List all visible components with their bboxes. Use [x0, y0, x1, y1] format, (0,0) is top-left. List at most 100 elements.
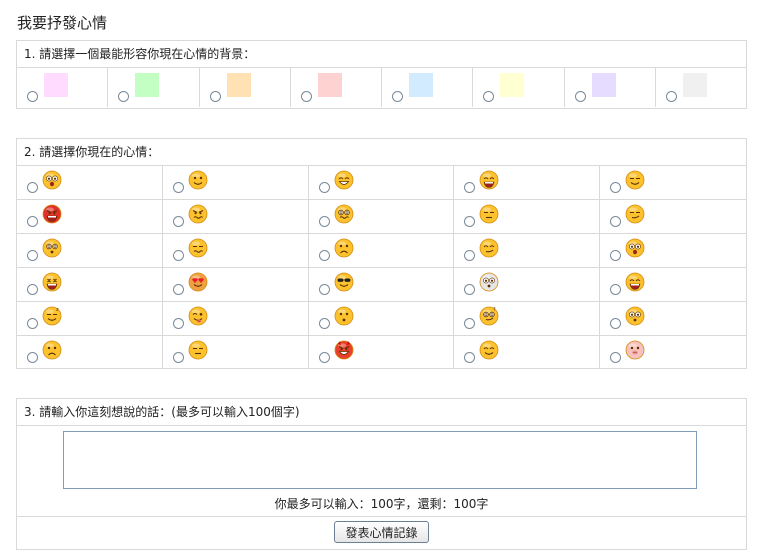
mood-option[interactable]	[162, 166, 309, 200]
mood-option[interactable]: z	[17, 302, 163, 336]
mood-radio[interactable]	[318, 284, 330, 295]
mood-radio[interactable]	[464, 182, 476, 193]
background-option[interactable]	[656, 68, 746, 107]
mood-radio[interactable]	[27, 216, 38, 227]
mood-radio[interactable]	[610, 250, 622, 261]
mood-option[interactable]	[600, 336, 746, 369]
mood-radio[interactable]	[318, 250, 330, 261]
mood-option[interactable]	[600, 200, 746, 234]
color-swatch	[409, 73, 433, 97]
mood-radio[interactable]	[172, 284, 184, 295]
mood-option[interactable]	[17, 336, 163, 369]
mood-option[interactable]	[162, 200, 309, 234]
mood-radio[interactable]	[464, 284, 476, 295]
mood-radio[interactable]	[172, 318, 184, 329]
mood-radio[interactable]	[318, 318, 330, 329]
background-radio[interactable]	[300, 91, 312, 102]
submit-row: 發表心情記錄	[17, 517, 746, 549]
mood-radio[interactable]	[464, 216, 476, 227]
page-title: 我要抒發心情	[17, 14, 108, 32]
mood-radio[interactable]	[27, 318, 38, 329]
mood-radio[interactable]	[610, 182, 622, 193]
background-radio[interactable]	[392, 91, 403, 102]
mood-option[interactable]	[17, 166, 163, 200]
background-radio[interactable]	[665, 91, 677, 102]
mood-radio[interactable]	[27, 352, 38, 363]
svg-text:?: ?	[493, 307, 496, 313]
mood-radio[interactable]	[318, 216, 330, 227]
mood-radio[interactable]	[318, 182, 330, 193]
color-swatch	[44, 73, 68, 97]
background-option[interactable]	[473, 68, 565, 107]
background-radio[interactable]	[574, 91, 586, 102]
mood-option[interactable]	[309, 336, 455, 369]
mood-radio[interactable]	[610, 352, 622, 363]
mood-option[interactable]	[308, 166, 455, 200]
mood-radio[interactable]	[610, 284, 622, 295]
mood-radio[interactable]	[27, 284, 38, 295]
background-radio[interactable]	[118, 91, 130, 102]
background-options	[17, 68, 746, 107]
mood-option[interactable]	[600, 302, 746, 336]
submit-mood-button[interactable]: 發表心情記錄	[334, 521, 429, 543]
mood-option[interactable]	[600, 166, 746, 200]
mood-radio[interactable]	[464, 352, 476, 363]
message-panel: 3. 請輸入你這刻想說的話：(最多可以輸入100個字) 你最多可以輸入：100字…	[16, 398, 747, 550]
background-option[interactable]	[17, 68, 109, 107]
mood-option[interactable]	[17, 268, 163, 302]
color-swatch	[226, 73, 251, 97]
mood-option[interactable]	[17, 234, 163, 268]
mood-radio[interactable]	[172, 182, 184, 193]
mood-radio[interactable]	[172, 250, 184, 261]
message-section-title: 3. 請輸入你這刻想說的話：(最多可以輸入100個字)	[17, 399, 746, 426]
background-radio[interactable]	[27, 91, 38, 102]
background-option[interactable]	[382, 68, 474, 107]
background-selection-panel: 1. 請選擇一個最能形容你現在心情的背景：	[16, 40, 747, 109]
background-radio[interactable]	[483, 91, 495, 102]
mood-option[interactable]	[308, 234, 455, 268]
svg-text:z: z	[56, 307, 59, 313]
mood-selection-panel: 2. 請選擇你現在的心情： z ?	[16, 138, 747, 369]
background-option[interactable]	[200, 68, 291, 107]
mood-option[interactable]	[162, 234, 309, 268]
character-counter: 你最多可以輸入：100字，還剩：100字	[274, 497, 489, 511]
mood-radio[interactable]	[610, 216, 622, 227]
mood-radio[interactable]	[610, 318, 622, 329]
background-radio[interactable]	[209, 91, 221, 102]
mood-option[interactable]	[17, 200, 163, 234]
mood-option[interactable]	[454, 200, 601, 234]
mood-options: z ?	[17, 166, 746, 369]
mood-radio[interactable]	[172, 216, 184, 227]
mood-option[interactable]: ?	[454, 302, 601, 336]
mood-option[interactable]	[454, 268, 601, 302]
mood-radio[interactable]	[464, 318, 476, 329]
mood-option[interactable]	[600, 234, 746, 268]
color-swatch	[135, 73, 160, 97]
mood-option[interactable]	[308, 268, 455, 302]
mood-option[interactable]	[163, 336, 309, 369]
background-option[interactable]	[108, 68, 200, 107]
mood-radio[interactable]	[27, 250, 38, 261]
message-textarea[interactable]	[63, 431, 697, 489]
mood-option[interactable]	[308, 200, 455, 234]
color-swatch	[682, 73, 707, 97]
background-option[interactable]	[291, 68, 382, 107]
mood-option[interactable]	[454, 234, 601, 268]
mood-radio[interactable]	[27, 182, 38, 193]
mood-radio[interactable]	[318, 352, 330, 363]
mood-option[interactable]	[454, 166, 601, 200]
mood-section-title: 2. 請選擇你現在的心情：	[17, 139, 746, 166]
background-section-title: 1. 請選擇一個最能形容你現在心情的背景：	[17, 41, 746, 68]
color-swatch	[500, 73, 525, 97]
color-swatch	[591, 73, 616, 97]
mood-radio[interactable]	[464, 250, 476, 261]
message-area: 你最多可以輸入：100字，還剩：100字	[17, 426, 746, 517]
color-swatch	[317, 73, 342, 97]
mood-option[interactable]	[308, 302, 455, 336]
mood-option[interactable]	[454, 336, 601, 369]
mood-option[interactable]	[162, 268, 309, 302]
mood-option[interactable]	[162, 302, 309, 336]
mood-radio[interactable]	[172, 352, 184, 363]
mood-option[interactable]	[600, 268, 746, 302]
background-option[interactable]	[565, 68, 656, 107]
